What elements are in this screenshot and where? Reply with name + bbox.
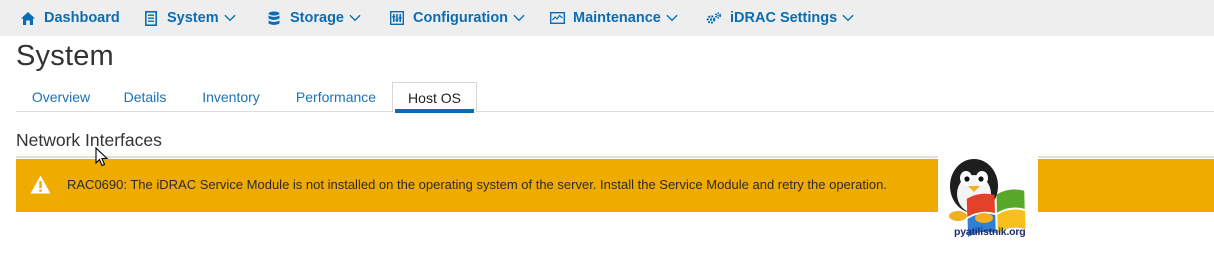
home-icon bbox=[20, 10, 36, 26]
chevron-down-icon bbox=[513, 12, 525, 24]
nav-configuration[interactable]: Configuration bbox=[389, 0, 525, 36]
server-icon bbox=[143, 10, 159, 26]
tab-details[interactable]: Details bbox=[109, 82, 181, 112]
nav-idrac-settings[interactable]: iDRAC Settings bbox=[706, 0, 854, 36]
nav-dashboard[interactable]: Dashboard bbox=[20, 0, 120, 36]
section-heading: Network Interfaces bbox=[16, 130, 162, 150]
tab-inventory[interactable]: Inventory bbox=[189, 82, 273, 112]
chevron-down-icon bbox=[349, 12, 361, 24]
tab-overview[interactable]: Overview bbox=[16, 82, 106, 112]
chevron-down-icon bbox=[666, 12, 678, 24]
tab-bar: Overview Details Inventory Performance H… bbox=[16, 82, 1214, 113]
monitor-icon bbox=[549, 10, 565, 26]
nav-configuration-label: Configuration bbox=[413, 10, 509, 26]
alert-message: RAC0690: The iDRAC Service Module is not… bbox=[67, 177, 887, 192]
gears-icon bbox=[706, 10, 722, 26]
warning-icon bbox=[30, 175, 51, 194]
nav-storage-label: Storage bbox=[290, 10, 344, 26]
configuration-icon bbox=[389, 10, 405, 26]
page-title: System bbox=[16, 40, 114, 72]
nav-idrac-settings-label: iDRAC Settings bbox=[730, 10, 838, 26]
chevron-down-icon bbox=[224, 12, 236, 24]
top-navigation-bar: Dashboard System Storage Configuration M… bbox=[0, 0, 1214, 36]
tab-performance[interactable]: Performance bbox=[284, 82, 388, 112]
database-icon bbox=[266, 10, 282, 26]
nav-system[interactable]: System bbox=[143, 0, 236, 36]
chevron-down-icon bbox=[842, 12, 854, 24]
nav-maintenance[interactable]: Maintenance bbox=[549, 0, 678, 36]
nav-system-label: System bbox=[167, 10, 219, 26]
mouse-cursor-icon bbox=[95, 146, 109, 167]
nav-maintenance-label: Maintenance bbox=[573, 10, 661, 26]
tab-host-os[interactable]: Host OS bbox=[392, 82, 477, 113]
nav-dashboard-label: Dashboard bbox=[44, 10, 120, 26]
nav-storage[interactable]: Storage bbox=[266, 0, 361, 36]
watermark-text: pyatilistnik.org bbox=[954, 226, 1026, 238]
